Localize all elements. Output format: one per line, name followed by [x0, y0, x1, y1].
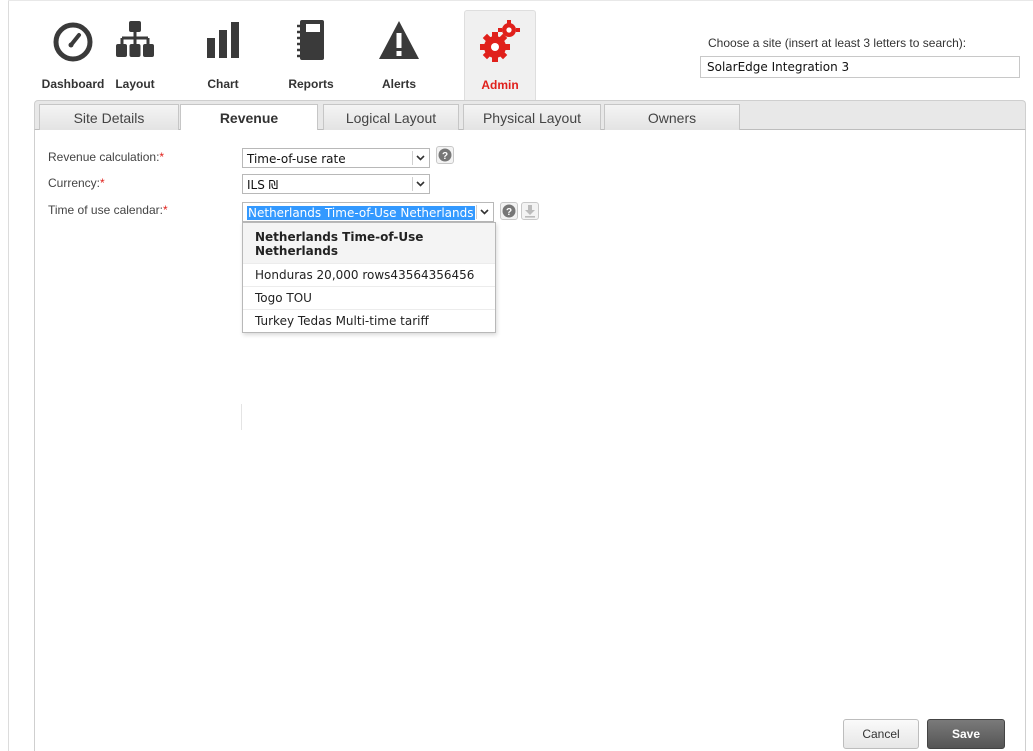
help-icon[interactable]: ?	[436, 146, 454, 164]
nav-admin-label: Admin	[481, 78, 519, 92]
dropdown-option[interactable]: Honduras 20,000 rows43564356456	[243, 264, 495, 287]
chevron-down-icon	[412, 177, 427, 191]
tou-calendar-dropdown: Netherlands Time-of-Use Netherlands Hond…	[242, 222, 496, 333]
nav-layout[interactable]: Layout	[100, 10, 170, 100]
nav-dashboard[interactable]: Dashboard	[38, 10, 108, 100]
svg-text:?: ?	[442, 151, 448, 162]
top-border	[8, 0, 1033, 1]
cancel-button[interactable]: Cancel	[843, 719, 919, 749]
dropdown-option[interactable]: Turkey Tedas Multi-time tariff	[243, 310, 495, 332]
chevron-down-icon	[412, 151, 427, 165]
nav-dashboard-label: Dashboard	[41, 77, 105, 91]
divider	[241, 404, 242, 430]
dashboard-icon	[53, 22, 93, 62]
tab-physical-layout[interactable]: Physical Layout	[463, 104, 601, 131]
currency-select[interactable]: ILS ₪	[242, 174, 430, 194]
save-button[interactable]: Save	[927, 719, 1005, 749]
revenue-calc-label: Revenue calculation:*	[48, 150, 165, 164]
site-search-label: Choose a site (insert at least 3 letters…	[708, 36, 967, 50]
tou-calendar-value: Netherlands Time-of-Use Netherlands	[247, 206, 475, 220]
currency-label: Currency:*	[48, 176, 105, 190]
tou-calendar-label: Time of use calendar:*	[48, 203, 168, 217]
admin-gears-icon	[480, 20, 520, 62]
dropdown-option[interactable]: Netherlands Time-of-Use Netherlands	[243, 223, 495, 264]
download-icon[interactable]	[521, 202, 539, 220]
revenue-panel	[34, 130, 1026, 751]
revenue-calc-value: Time-of-use rate	[247, 152, 346, 166]
tab-revenue[interactable]: Revenue	[180, 104, 318, 132]
left-border	[8, 0, 9, 751]
tab-site-details[interactable]: Site Details	[39, 104, 179, 131]
nav-layout-label: Layout	[115, 77, 155, 91]
layout-icon	[116, 21, 154, 57]
revenue-calc-select[interactable]: Time-of-use rate	[242, 148, 430, 168]
svg-text:?: ?	[506, 207, 512, 218]
nav-admin[interactable]: Admin	[464, 10, 536, 101]
nav-chart-label: Chart	[207, 77, 239, 91]
tab-bar: Site Details Revenue Logical Layout Phys…	[34, 100, 1026, 132]
tou-calendar-select[interactable]: Netherlands Time-of-Use Netherlands	[242, 202, 494, 222]
chevron-down-icon	[476, 205, 491, 219]
tab-logical-layout[interactable]: Logical Layout	[323, 104, 459, 131]
nav-reports[interactable]: Reports	[276, 10, 346, 100]
help-icon[interactable]: ?	[500, 202, 518, 220]
nav-chart[interactable]: Chart	[188, 10, 258, 100]
nav-alerts-label: Alerts	[381, 77, 416, 91]
currency-value: ILS ₪	[247, 178, 279, 192]
nav-reports-label: Reports	[288, 77, 334, 91]
alerts-icon	[379, 21, 419, 59]
tab-owners[interactable]: Owners	[604, 104, 740, 131]
nav-alerts[interactable]: Alerts	[364, 10, 434, 100]
dropdown-option[interactable]: Togo TOU	[243, 287, 495, 310]
reports-icon	[297, 20, 324, 60]
site-search-input[interactable]	[700, 56, 1020, 78]
chart-icon	[207, 22, 239, 58]
